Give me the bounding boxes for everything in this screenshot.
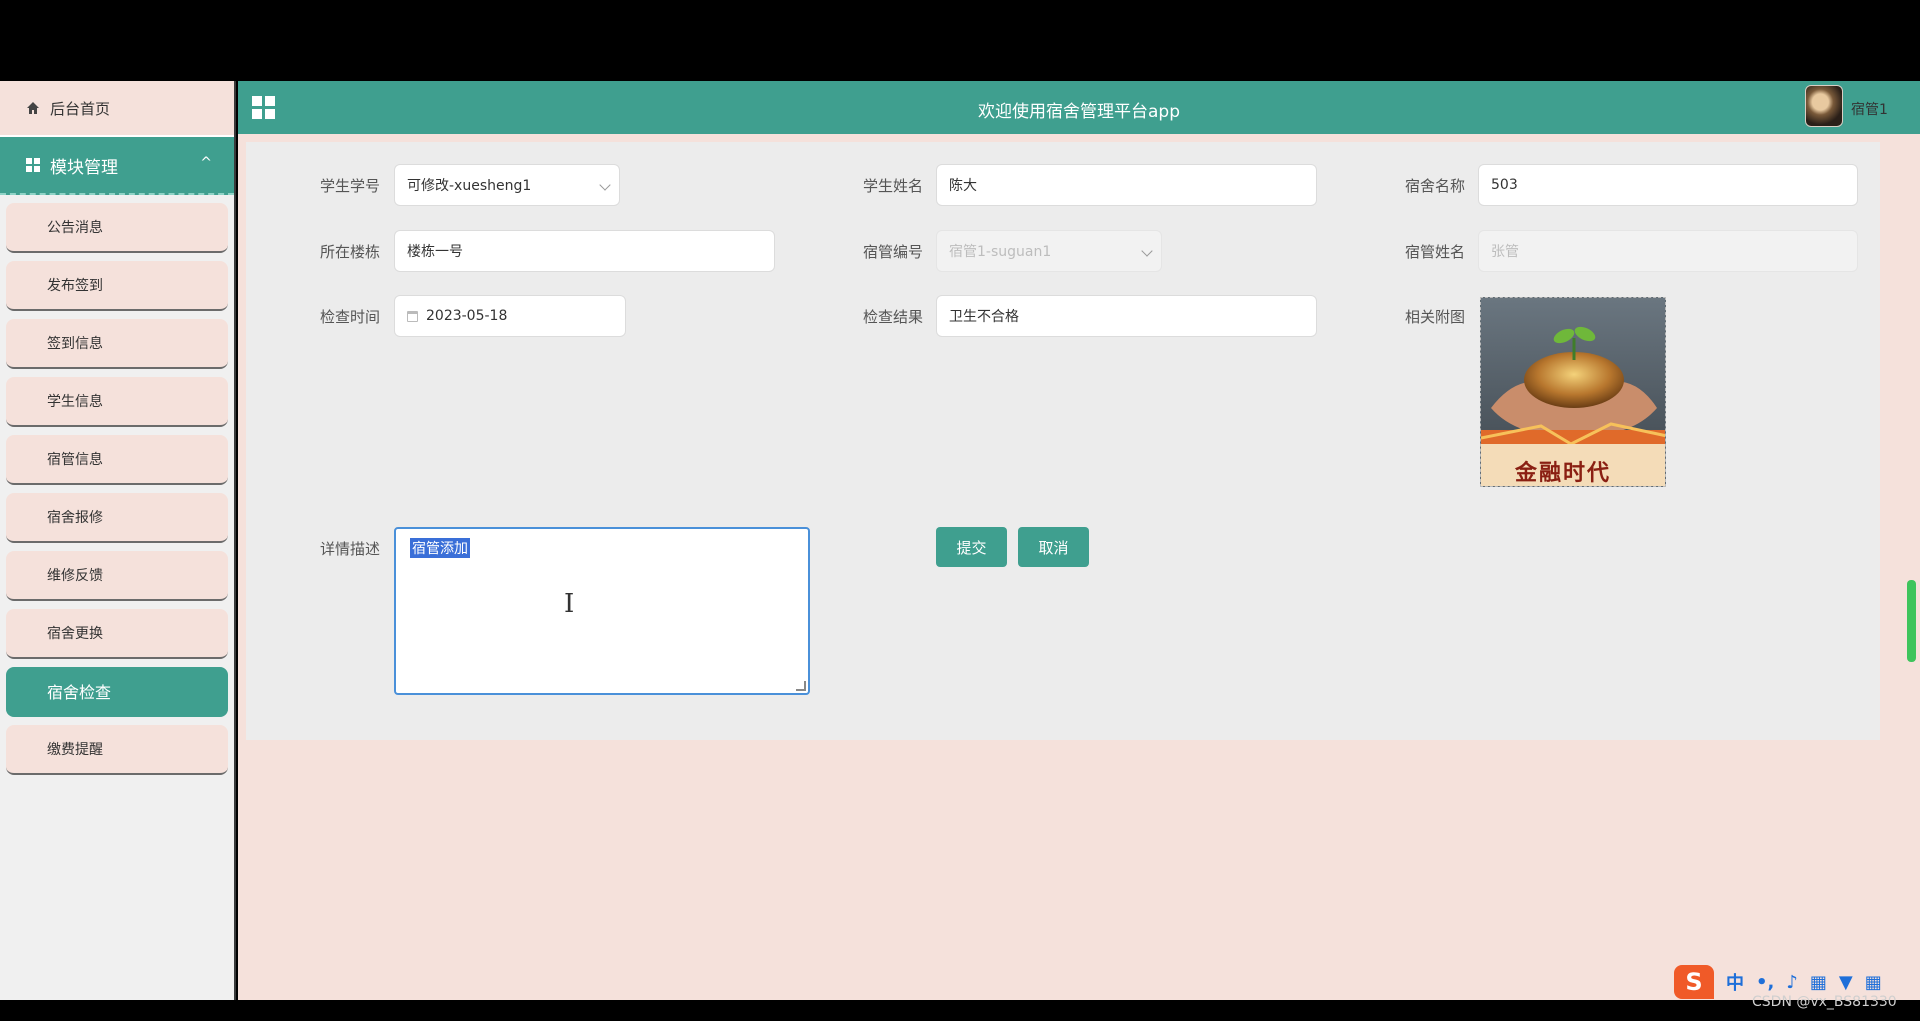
check-result-field[interactable]: 卫生不合格 bbox=[936, 295, 1317, 337]
sidebar-item-dorm-repair[interactable]: 宿舍报修 bbox=[6, 493, 228, 543]
sidebar-item-label: 维修反馈 bbox=[47, 568, 103, 584]
sidebar-item-dorm-change[interactable]: 宿舍更换 bbox=[6, 609, 228, 659]
photo-caption: 金融时代 bbox=[1515, 460, 1612, 486]
watermark: CSDN @vx_BS81330 bbox=[1752, 994, 1897, 1010]
avatar[interactable] bbox=[1805, 85, 1843, 127]
sidebar-item-dorm-inspection[interactable]: 宿舍检查 bbox=[6, 667, 228, 717]
manager-id-select: 宿管1-suguan1 bbox=[936, 230, 1162, 272]
screen-bottom-bar bbox=[0, 1000, 1920, 1021]
photo-label: 相关附图 bbox=[1404, 308, 1465, 326]
detail-textarea[interactable]: 宿管添加 I bbox=[394, 527, 810, 695]
detail-selected-text: 宿管添加 bbox=[410, 538, 470, 558]
sidebar-item-student-info[interactable]: 学生信息 bbox=[6, 377, 228, 427]
sidebar-item-label: 宿舍检查 bbox=[47, 683, 112, 702]
header: 欢迎使用宿舍管理平台app 宿管1 bbox=[238, 81, 1920, 134]
manager-id-label: 宿管编号 bbox=[862, 243, 923, 261]
microphone-icon[interactable]: ♪ bbox=[1786, 972, 1798, 993]
sidebar-item-notice[interactable]: 公告消息 bbox=[6, 203, 228, 253]
sidebar: 后台首页 模块管理 ^ 公告消息 发布签到 签到信息 学生信息 宿管信息 宿舍报… bbox=[0, 81, 236, 1000]
sidebar-item-label: 签到信息 bbox=[47, 336, 103, 352]
sidebar-item-publish-signin[interactable]: 发布签到 bbox=[6, 261, 228, 311]
photo-upload[interactable]: 金融时代 bbox=[1480, 297, 1666, 487]
cancel-button[interactable]: 取消 bbox=[1018, 527, 1089, 567]
sidebar-item-label: 宿管信息 bbox=[47, 452, 103, 468]
resize-handle-icon[interactable] bbox=[796, 681, 806, 691]
detail-label: 详情描述 bbox=[319, 540, 380, 558]
sidebar-item-manager-info[interactable]: 宿管信息 bbox=[6, 435, 228, 485]
chevron-down-icon bbox=[1141, 245, 1153, 257]
sidebar-item-home[interactable]: 后台首页 bbox=[0, 81, 234, 137]
app-title: 欢迎使用宿舍管理平台app bbox=[978, 102, 1180, 122]
dorm-name-value: 503 bbox=[1491, 177, 1518, 193]
scrollbar-thumb[interactable] bbox=[1907, 580, 1916, 662]
dorm-name-label: 宿舍名称 bbox=[1404, 177, 1465, 195]
student-id-label: 学生学号 bbox=[319, 177, 380, 195]
sidebar-submenu: 公告消息 发布签到 签到信息 学生信息 宿管信息 宿舍报修 维修反馈 宿舍更换 … bbox=[0, 195, 234, 775]
student-id-select[interactable]: 可修改-xuesheng1 bbox=[394, 164, 620, 206]
home-icon bbox=[26, 101, 40, 115]
sidebar-item-label: 发布签到 bbox=[47, 278, 103, 294]
check-time-label: 检查时间 bbox=[319, 308, 380, 326]
student-name-value: 陈大 bbox=[949, 178, 977, 194]
building-field[interactable]: 楼栋一号 bbox=[394, 230, 775, 272]
check-result-label: 检查结果 bbox=[862, 308, 923, 326]
sidebar-item-label: 宿舍报修 bbox=[47, 510, 103, 526]
sogou-logo-icon[interactable]: S bbox=[1674, 965, 1714, 999]
sidebar-item-label: 后台首页 bbox=[50, 99, 111, 118]
sidebar-module-label: 模块管理 bbox=[50, 157, 118, 178]
check-result-value: 卫生不合格 bbox=[949, 309, 1019, 325]
check-time-picker[interactable]: 2023-05-18 bbox=[394, 295, 626, 337]
manager-name-value: 张管 bbox=[1491, 244, 1519, 260]
manager-name-field: 张管 bbox=[1478, 230, 1858, 272]
sidebar-item-label: 宿舍更换 bbox=[47, 626, 103, 642]
text-cursor-icon: I bbox=[564, 589, 575, 619]
manager-id-value: 宿管1-suguan1 bbox=[949, 244, 1052, 260]
sidebar-item-fee-reminder[interactable]: 缴费提醒 bbox=[6, 725, 228, 775]
student-name-label: 学生姓名 bbox=[862, 177, 923, 195]
chevron-up-icon: ^ bbox=[200, 155, 212, 171]
user-name[interactable]: 宿管1 bbox=[1851, 99, 1888, 119]
check-time-value: 2023-05-18 bbox=[426, 308, 508, 324]
skin-icon[interactable]: ▼ bbox=[1839, 972, 1853, 993]
building-value: 楼栋一号 bbox=[407, 244, 463, 260]
dorm-name-field[interactable]: 503 bbox=[1478, 164, 1858, 206]
grid-icon bbox=[26, 158, 40, 172]
calendar-icon bbox=[407, 310, 418, 322]
student-name-field[interactable]: 陈大 bbox=[936, 164, 1317, 206]
punctuation-icon[interactable]: •, bbox=[1756, 972, 1774, 993]
sidebar-item-repair-feedback[interactable]: 维修反馈 bbox=[6, 551, 228, 601]
manager-name-label: 宿管姓名 bbox=[1404, 243, 1465, 261]
submit-button[interactable]: 提交 bbox=[936, 527, 1007, 567]
screen-top-bar bbox=[0, 0, 1920, 81]
sidebar-item-signin-info[interactable]: 签到信息 bbox=[6, 319, 228, 369]
chevron-down-icon bbox=[599, 179, 611, 191]
ime-mode-indicator[interactable]: 中 bbox=[1726, 969, 1744, 995]
sidebar-item-label: 学生信息 bbox=[47, 394, 103, 410]
sidebar-item-label: 公告消息 bbox=[47, 220, 103, 236]
keyboard-icon[interactable]: ▦ bbox=[1810, 972, 1827, 993]
student-id-value: 可修改-xuesheng1 bbox=[407, 178, 532, 194]
building-label: 所在楼栋 bbox=[319, 243, 380, 261]
toolbox-icon[interactable]: ▦ bbox=[1865, 972, 1882, 993]
sidebar-module-header[interactable]: 模块管理 ^ bbox=[0, 137, 234, 195]
sidebar-item-label: 缴费提醒 bbox=[47, 742, 103, 758]
